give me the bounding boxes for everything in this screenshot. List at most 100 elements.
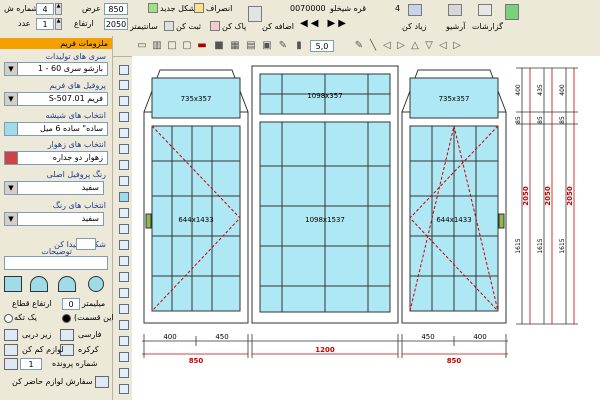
drawing-canvas[interactable]: 735x357 1098x357 735x357 644x1433 1098x1…: [132, 56, 600, 400]
mullion-select[interactable]: زهوار دو جداره: [4, 151, 108, 165]
vtool-2-icon[interactable]: [119, 80, 129, 90]
vtool-4-icon[interactable]: [119, 112, 129, 122]
reports-icon[interactable]: [478, 4, 492, 16]
color2-select[interactable]: ▼ سفید: [4, 212, 104, 226]
zoom-label[interactable]: زیاد کن: [402, 21, 427, 33]
top-middle-panel-label: 1098x357: [307, 92, 342, 100]
zoom-field[interactable]: 5,0: [310, 40, 334, 52]
order-label[interactable]: سفارش لوازم حاضر کن: [12, 376, 93, 388]
vtool-7-icon[interactable]: [119, 160, 129, 170]
vtool-12-icon[interactable]: [119, 240, 129, 250]
window-number-field[interactable]: 4: [36, 3, 54, 15]
one-piece-radio[interactable]: [4, 314, 13, 323]
frame-profile-select[interactable]: ▼ S-507.01 فریم: [4, 92, 108, 106]
tool-rect-icon[interactable]: ▢: [180, 39, 194, 53]
new-shape-icon[interactable]: [148, 3, 158, 13]
vtool-3-icon[interactable]: [119, 96, 129, 106]
window-number-spin[interactable]: ▲: [55, 3, 62, 15]
tool-rule-icon[interactable]: ▮: [292, 39, 306, 53]
calculator-icon[interactable]: [248, 6, 262, 22]
profile-series-select[interactable]: ▼ بازشو سری 60 - 1: [4, 62, 108, 76]
mm-label: میلیمتر: [82, 299, 106, 308]
arrow-right-icon[interactable]: ▷: [394, 39, 408, 53]
tools-button-icon[interactable]: [4, 344, 18, 356]
tool-split-icon[interactable]: ▥: [150, 39, 164, 53]
vtool-15-icon[interactable]: [119, 288, 129, 298]
sash-label[interactable]: زیر دربی: [22, 329, 51, 341]
vtool-13-icon[interactable]: [119, 256, 129, 266]
tools-label[interactable]: لوازم کم کن: [22, 344, 64, 356]
register-icon[interactable]: [164, 21, 174, 31]
color-select[interactable]: ▼ سفید: [4, 181, 104, 195]
shape-rect-icon[interactable]: [4, 276, 22, 292]
add-label[interactable]: اضافه کن: [262, 21, 294, 33]
arch-height-field[interactable]: 0: [62, 298, 80, 310]
vtool-5-icon[interactable]: [119, 128, 129, 138]
vtool-16-icon[interactable]: [119, 304, 129, 314]
width-field[interactable]: 850: [104, 3, 128, 15]
shape-field[interactable]: [76, 238, 96, 250]
frame-button-icon[interactable]: [60, 329, 74, 341]
vtool-17-icon[interactable]: [119, 320, 129, 330]
archive-label[interactable]: آرشیو: [446, 21, 465, 33]
tool-square-icon[interactable]: □: [165, 39, 179, 53]
arrow-down-icon[interactable]: ▽: [422, 39, 436, 53]
exit-icon[interactable]: [505, 4, 519, 20]
vtool-14-icon[interactable]: [119, 272, 129, 282]
arrow-left-icon[interactable]: ◁: [380, 39, 394, 53]
tool-box-icon[interactable]: ■: [212, 39, 226, 53]
new-shape-label[interactable]: شکل جدید: [160, 3, 195, 15]
height-field[interactable]: 2050: [104, 18, 128, 30]
height-label: ارتفاع: [74, 19, 94, 28]
archive-icon[interactable]: [448, 4, 462, 16]
tool-pen-icon[interactable]: ✎: [352, 39, 366, 53]
tool-frame-icon[interactable]: ▭: [135, 39, 149, 53]
reports-label[interactable]: گزارشات: [472, 21, 503, 33]
shape-circle-icon[interactable]: [88, 276, 104, 292]
vtool-20-icon[interactable]: [119, 368, 129, 378]
glass-select[interactable]: ساده" ساده 6 میل: [4, 122, 108, 136]
cancel-label[interactable]: انصراف: [206, 3, 232, 15]
vtool-19-icon[interactable]: [119, 352, 129, 362]
cancel-icon[interactable]: [194, 3, 204, 13]
shape-half-arch-icon[interactable]: [58, 276, 76, 292]
vtool-11-icon[interactable]: [119, 224, 129, 234]
clear-label[interactable]: پاک کن: [222, 21, 246, 33]
vtool-21-icon[interactable]: [119, 384, 129, 394]
tool-pencil-icon[interactable]: ✎: [276, 39, 290, 53]
count-spin[interactable]: ▲: [55, 18, 62, 30]
vtool-9-icon[interactable]: [119, 192, 129, 202]
vtool-6-icon[interactable]: [119, 144, 129, 154]
add-icon[interactable]: [408, 4, 422, 16]
vtool-8-icon[interactable]: [119, 176, 129, 186]
clear-icon[interactable]: [210, 21, 220, 31]
arrow-fwd-icon[interactable]: ▷: [450, 39, 464, 53]
register-label[interactable]: ثبت کن: [176, 21, 201, 33]
color2-label: انتخاب های رنگ: [52, 201, 106, 210]
notes-field[interactable]: [4, 256, 108, 270]
split-radio[interactable]: [62, 314, 71, 323]
order-icon[interactable]: [95, 376, 109, 388]
arrow-up-icon[interactable]: △: [408, 39, 422, 53]
tool-door-icon[interactable]: ▬: [195, 39, 209, 53]
vtool-18-icon[interactable]: [119, 336, 129, 346]
sash-button-icon[interactable]: [4, 329, 18, 341]
grill-label[interactable]: کرکره: [78, 344, 99, 356]
dim-1200: 1200: [315, 346, 335, 354]
tool-col-icon[interactable]: ▤: [244, 39, 258, 53]
vtool-1-icon[interactable]: [119, 65, 129, 75]
nav-arrows[interactable]: ◀◀ ▶▶: [300, 18, 349, 30]
number-value: 4: [395, 4, 401, 13]
shape-arch-icon[interactable]: [30, 276, 48, 292]
frame-label[interactable]: فارسی: [78, 329, 102, 341]
mullion-value: زهوار دو جداره: [52, 153, 103, 162]
count-field[interactable]: 1: [36, 18, 54, 30]
arrow-back-icon[interactable]: ◁: [436, 39, 450, 53]
tool-diag-icon[interactable]: ╲: [366, 39, 380, 53]
file-icon[interactable]: [4, 358, 18, 370]
tool-sash-icon[interactable]: ▣: [260, 39, 274, 53]
dim-85-r2: 85: [537, 116, 544, 124]
file-number-field[interactable]: 1: [20, 358, 42, 370]
vtool-10-icon[interactable]: [119, 208, 129, 218]
tool-grid-icon[interactable]: ▦: [228, 39, 242, 53]
